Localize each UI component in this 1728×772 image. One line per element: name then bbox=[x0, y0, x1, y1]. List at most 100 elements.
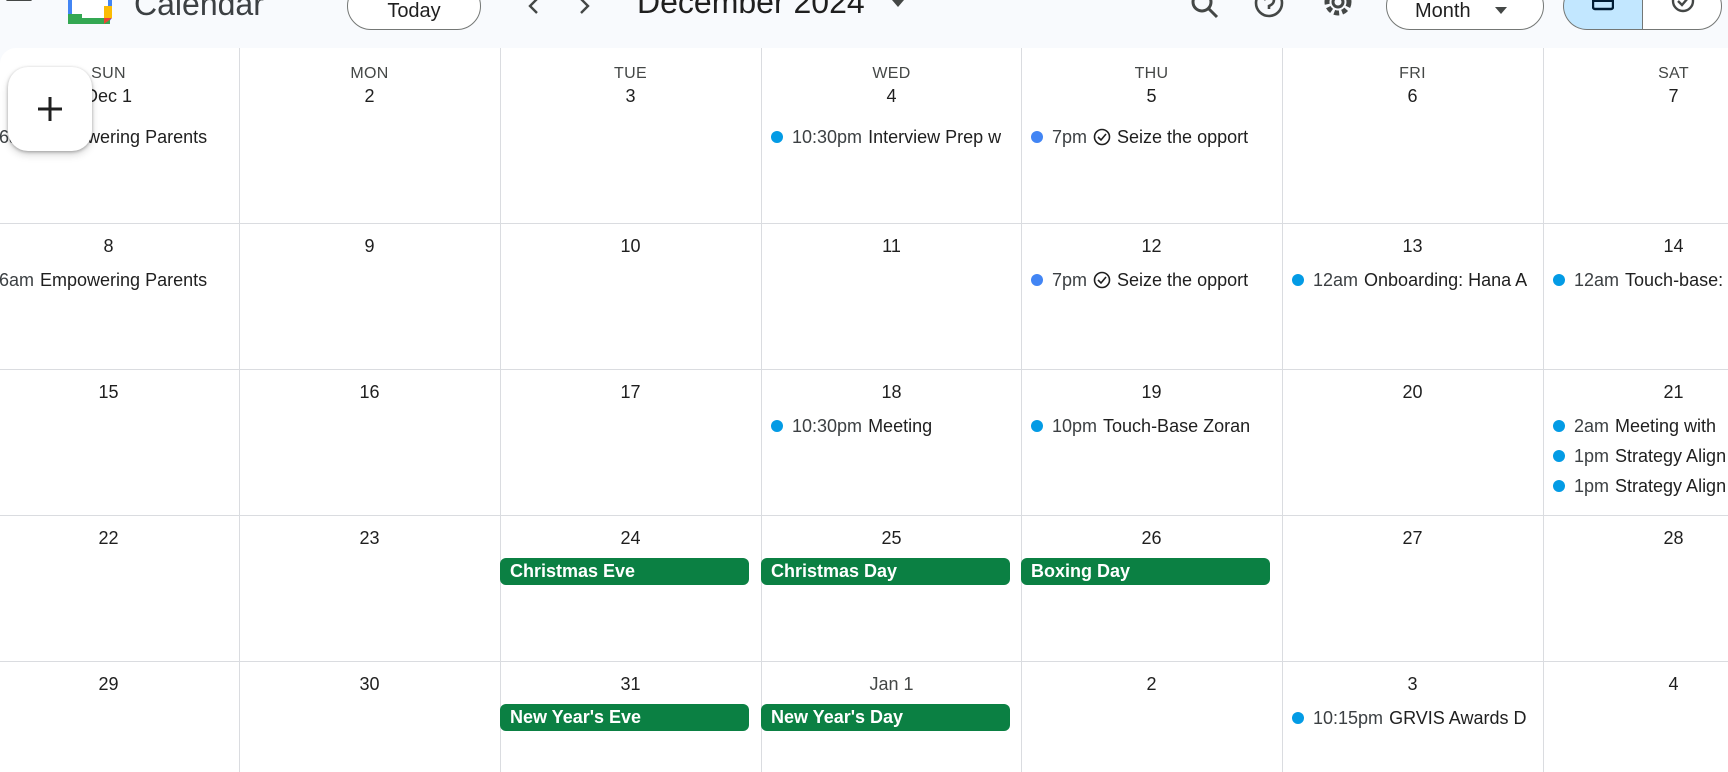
day-number[interactable]: 10 bbox=[500, 236, 761, 257]
event-item[interactable]: 1pm Strategy Align bbox=[1553, 444, 1728, 468]
day-number[interactable]: 24 bbox=[500, 528, 761, 549]
event-item[interactable]: 12am Touch-base: bbox=[1553, 268, 1728, 292]
day-cell[interactable]: 26 Boxing Day bbox=[1021, 516, 1282, 661]
day-cell[interactable]: 6 bbox=[1282, 48, 1543, 223]
search-icon[interactable] bbox=[1188, 0, 1222, 24]
help-icon[interactable] bbox=[1252, 0, 1286, 24]
event-color-dot bbox=[1292, 712, 1304, 724]
create-button[interactable] bbox=[8, 67, 92, 151]
day-cell[interactable]: 11 bbox=[761, 224, 1022, 369]
day-number[interactable]: 3 bbox=[500, 86, 761, 107]
period-title[interactable]: December 2024 bbox=[637, 0, 865, 21]
event-item[interactable]: 2am Meeting with bbox=[1553, 414, 1728, 438]
previous-month-button[interactable] bbox=[520, 0, 548, 20]
day-cell[interactable]: 28 bbox=[1543, 516, 1728, 661]
day-cell[interactable]: 2 bbox=[239, 48, 500, 223]
day-number[interactable]: 7 bbox=[1543, 86, 1728, 107]
day-number[interactable]: 8 bbox=[0, 236, 239, 257]
day-number[interactable]: 28 bbox=[1543, 528, 1728, 549]
settings-gear-icon[interactable] bbox=[1321, 0, 1355, 24]
day-cell[interactable]: 20 bbox=[1282, 370, 1543, 515]
event-item[interactable]: 10pm Touch-Base Zoran bbox=[1031, 414, 1276, 438]
day-cell[interactable]: 10 bbox=[500, 224, 761, 369]
day-cell[interactable]: 21 2am Meeting with 1pm Strategy Align 1pm Str… bbox=[1543, 370, 1728, 515]
day-cell[interactable]: 22 bbox=[0, 516, 239, 661]
day-number[interactable]: 22 bbox=[0, 528, 239, 549]
day-cell[interactable]: 7 bbox=[1543, 48, 1728, 223]
event-item[interactable]: 10:30pm Interview Prep w bbox=[771, 125, 1016, 149]
calendar-logo-icon[interactable]: 17 bbox=[68, 0, 116, 24]
day-cell[interactable]: 15 bbox=[0, 370, 239, 515]
holiday-event-chip[interactable]: Christmas Eve bbox=[500, 558, 749, 585]
day-cell[interactable]: 12 7pm Seize the opport bbox=[1021, 224, 1282, 369]
day-number[interactable]: 19 bbox=[1021, 382, 1282, 403]
next-month-button[interactable] bbox=[570, 0, 598, 20]
holiday-event-chip[interactable]: New Year's Day bbox=[761, 704, 1010, 731]
day-number[interactable]: 26 bbox=[1021, 528, 1282, 549]
day-number[interactable]: 29 bbox=[0, 674, 239, 695]
day-cell[interactable]: 24 Christmas Eve bbox=[500, 516, 761, 661]
day-number[interactable]: 15 bbox=[0, 382, 239, 403]
day-number[interactable]: 13 bbox=[1282, 236, 1543, 257]
day-number[interactable]: 14 bbox=[1543, 236, 1728, 257]
tasks-view-toggle[interactable] bbox=[1642, 0, 1722, 30]
task-item[interactable]: 7pm Seize the opport bbox=[1031, 125, 1276, 149]
main-menu-icon[interactable] bbox=[4, 0, 34, 14]
holiday-event-chip[interactable]: Christmas Day bbox=[761, 558, 1010, 585]
day-cell[interactable]: 30 bbox=[239, 662, 500, 772]
day-number[interactable]: 23 bbox=[239, 528, 500, 549]
calendar-view-toggle[interactable] bbox=[1563, 0, 1643, 30]
day-number[interactable]: 11 bbox=[761, 236, 1022, 257]
day-number[interactable]: 17 bbox=[500, 382, 761, 403]
day-number[interactable]: Jan 1 bbox=[761, 674, 1022, 695]
day-cell[interactable]: 9 bbox=[239, 224, 500, 369]
event-item[interactable]: 1pm Strategy Align bbox=[1553, 474, 1728, 498]
day-number[interactable]: 16 bbox=[239, 382, 500, 403]
day-cell[interactable]: 13 12am Onboarding: Hana A bbox=[1282, 224, 1543, 369]
event-item[interactable]: 10:30pm Meeting bbox=[771, 414, 1016, 438]
day-cell[interactable]: 18 10:30pm Meeting bbox=[761, 370, 1022, 515]
event-item[interactable]: 6amEmpowering Parents bbox=[0, 268, 233, 292]
day-cell[interactable]: 14 12am Touch-base: bbox=[1543, 224, 1728, 369]
day-number[interactable]: 18 bbox=[761, 382, 1022, 403]
day-number[interactable]: 2 bbox=[239, 86, 500, 107]
day-number[interactable]: 27 bbox=[1282, 528, 1543, 549]
event-item[interactable]: 10:15pm GRVIS Awards D bbox=[1292, 706, 1537, 730]
day-cell[interactable]: 25 Christmas Day bbox=[761, 516, 1022, 661]
holiday-event-chip[interactable]: New Year's Eve bbox=[500, 704, 749, 731]
day-cell[interactable]: 17 bbox=[500, 370, 761, 515]
day-number[interactable]: 5 bbox=[1021, 86, 1282, 107]
day-number[interactable]: 4 bbox=[1543, 674, 1728, 695]
day-cell[interactable]: 16 bbox=[239, 370, 500, 515]
day-number[interactable]: 2 bbox=[1021, 674, 1282, 695]
day-number[interactable]: 30 bbox=[239, 674, 500, 695]
day-number[interactable]: 12 bbox=[1021, 236, 1282, 257]
day-cell[interactable]: Jan 1 New Year's Day bbox=[761, 662, 1022, 772]
day-number[interactable]: 3 bbox=[1282, 674, 1543, 695]
day-number[interactable]: 20 bbox=[1282, 382, 1543, 403]
day-number[interactable]: 9 bbox=[239, 236, 500, 257]
day-number[interactable]: 31 bbox=[500, 674, 761, 695]
day-cell[interactable]: 29 bbox=[0, 662, 239, 772]
today-button[interactable]: Today bbox=[347, 0, 481, 30]
day-cell[interactable]: 4 10:30pm Interview Prep w bbox=[761, 48, 1022, 223]
day-cell[interactable]: 2 bbox=[1021, 662, 1282, 772]
day-cell[interactable]: 19 10pm Touch-Base Zoran bbox=[1021, 370, 1282, 515]
day-cell[interactable]: 27 bbox=[1282, 516, 1543, 661]
day-cell[interactable]: 31 New Year's Eve bbox=[500, 662, 761, 772]
day-cell[interactable]: 8 6am Empowering Parents bbox=[0, 224, 239, 369]
holiday-event-chip[interactable]: Boxing Day bbox=[1021, 558, 1270, 585]
day-number[interactable]: 6 bbox=[1282, 86, 1543, 107]
day-cell[interactable]: 4 bbox=[1543, 662, 1728, 772]
day-cell[interactable]: 5 7pm Seize the opport bbox=[1021, 48, 1282, 223]
view-selector[interactable]: Month bbox=[1386, 0, 1544, 30]
caret-down-icon[interactable] bbox=[888, 0, 908, 16]
day-number[interactable]: 4 bbox=[761, 86, 1022, 107]
day-cell[interactable]: 3 10:15pm GRVIS Awards D bbox=[1282, 662, 1543, 772]
day-cell[interactable]: 3 bbox=[500, 48, 761, 223]
day-number[interactable]: 21 bbox=[1543, 382, 1728, 403]
day-number[interactable]: 25 bbox=[761, 528, 1022, 549]
task-item[interactable]: 7pm Seize the opport bbox=[1031, 268, 1276, 292]
event-item[interactable]: 12am Onboarding: Hana A bbox=[1292, 268, 1537, 292]
day-cell[interactable]: 23 bbox=[239, 516, 500, 661]
